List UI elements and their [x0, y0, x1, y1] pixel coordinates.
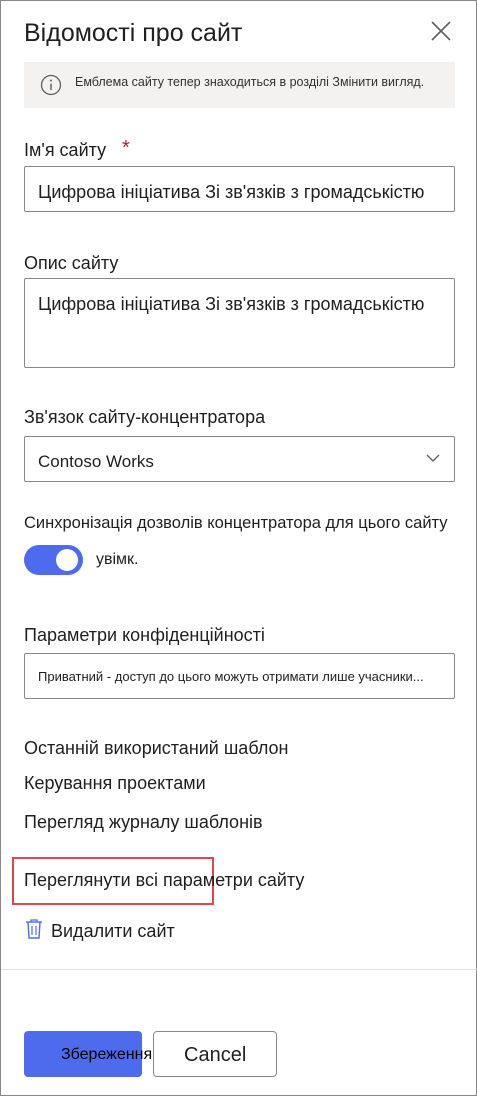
site-name-label: Ім'я сайту [24, 140, 107, 160]
trash-icon[interactable] [24, 918, 44, 940]
last-template-link[interactable]: Останній використаний шаблон [24, 738, 288, 759]
privacy-label: Параметри конфіденційності [24, 625, 265, 645]
info-text: Емблема сайту тепер знаходиться в розділ… [75, 75, 425, 89]
toggle-knob [56, 549, 78, 571]
site-description-label: Опис сайту [24, 253, 119, 273]
template-history-link[interactable]: Перегляд журналу шаблонів [24, 812, 263, 833]
hub-sync-toggle[interactable] [24, 545, 83, 575]
site-name-value: Цифрова ініціатива Зі зв'язків з громадс… [38, 182, 425, 202]
close-icon[interactable] [428, 18, 454, 44]
hub-association-value: Contoso Works [38, 452, 154, 471]
save-button[interactable]: Збереження [24, 1031, 152, 1077]
info-icon [40, 74, 62, 96]
hub-sync-label: Синхронізація дозволів концентратора для… [24, 514, 448, 532]
cancel-button-label: Cancel [184, 1044, 247, 1066]
site-description-field[interactable]: Цифрова ініціатива Зі зв'язків з громадс… [24, 278, 455, 368]
footer-divider [1, 969, 477, 970]
view-all-settings-link[interactable]: Переглянути всі параметри сайту [24, 870, 304, 891]
site-description-value: Цифрова ініціатива Зі зв'язків з громадс… [38, 294, 425, 314]
required-mark: * [122, 137, 130, 159]
site-info-panel: Відомості про сайт Емблема сайту тепер з… [0, 0, 477, 1096]
chevron-down-icon [426, 454, 440, 462]
site-name-field[interactable]: Цифрова ініціатива Зі зв'язків з громадс… [24, 166, 455, 212]
panel-title: Відомості про сайт [24, 19, 243, 47]
hub-association-label: Зв'язок сайту-концентратора [24, 407, 266, 427]
cancel-button[interactable]: Cancel [153, 1031, 277, 1077]
privacy-dropdown[interactable]: Приватний - доступ до цього можуть отрим… [24, 653, 455, 699]
save-button-label: Збереження [61, 1046, 153, 1063]
hub-sync-state: увімк. [96, 551, 139, 568]
hub-association-dropdown[interactable]: Contoso Works [24, 436, 455, 482]
delete-site-link[interactable]: Видалити сайт [51, 921, 175, 942]
manage-projects-link[interactable]: Керування проектами [24, 773, 206, 794]
privacy-value: Приватний - доступ до цього можуть отрим… [38, 669, 424, 684]
info-bar: Емблема сайту тепер знаходиться в розділ… [24, 62, 455, 108]
